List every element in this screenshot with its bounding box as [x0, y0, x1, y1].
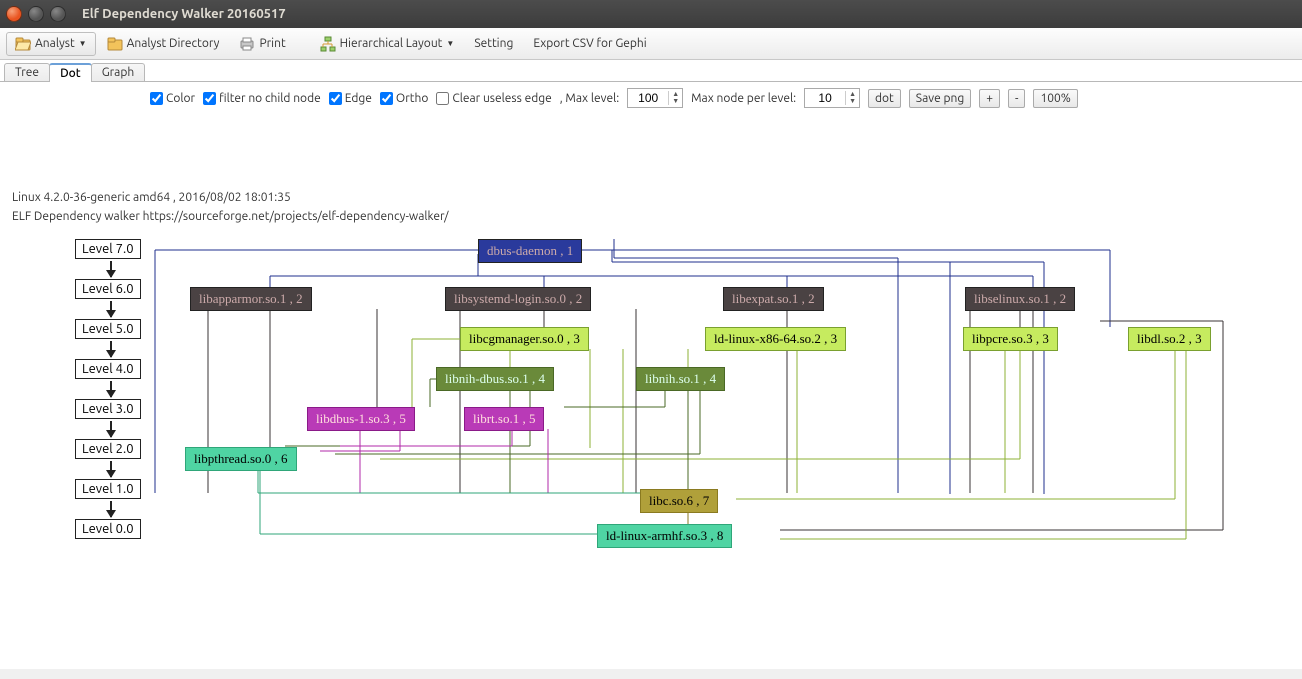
- node-ld-linux-x86-64[interactable]: ld-linux-x86-64.so.2 , 3: [705, 327, 846, 351]
- info-line1: Linux 4.2.0-36-generic amd64 , 2016/08/0…: [12, 188, 449, 207]
- export-csv-button[interactable]: Export CSV for Gephi: [524, 33, 655, 54]
- node-libnih-dbus[interactable]: libnih-dbus.so.1 , 4: [436, 367, 554, 391]
- node-libexpat[interactable]: libexpat.so.1 , 2: [723, 287, 824, 311]
- node-libcgmanager[interactable]: libcgmanager.so.0 , 3: [460, 327, 589, 351]
- node-libpthread[interactable]: libpthread.so.0 , 6: [185, 447, 297, 471]
- edge-checkbox[interactable]: Edge: [329, 92, 372, 105]
- analyst-dir-label: Analyst Directory: [127, 37, 220, 50]
- analyst-button[interactable]: Analyst ▼: [6, 32, 96, 56]
- node-libsystemd-login[interactable]: libsystemd-login.so.0 , 2: [445, 287, 591, 311]
- node-libselinux[interactable]: libselinux.so.1 , 2: [965, 287, 1075, 311]
- minimize-icon[interactable]: [28, 6, 44, 22]
- print-label: Print: [259, 37, 285, 50]
- analyst-label: Analyst: [35, 37, 75, 50]
- printer-icon: [239, 36, 255, 52]
- level-arrow-icon: [110, 421, 112, 437]
- window-title: Elf Dependency Walker 20160517: [82, 7, 286, 21]
- level-arrow-icon: [110, 461, 112, 477]
- max-node-label: Max node per level:: [691, 92, 796, 105]
- max-node-input[interactable]: ▲▼: [804, 88, 860, 108]
- level-7: Level 7.0: [75, 239, 141, 259]
- node-libapparmor[interactable]: libapparmor.so.1 , 2: [190, 287, 312, 311]
- color-checkbox[interactable]: Color: [150, 92, 195, 105]
- setting-button[interactable]: Setting: [465, 33, 522, 54]
- level-5: Level 5.0: [75, 319, 141, 339]
- chevron-down-icon: ▼: [446, 39, 454, 48]
- dot-controls: Color filter no child node Edge Ortho Cl…: [0, 82, 1302, 114]
- layout-button[interactable]: Hierarchical Layout ▼: [311, 32, 464, 56]
- maximize-icon[interactable]: [50, 6, 66, 22]
- level-arrow-icon: [110, 261, 112, 277]
- level-3: Level 3.0: [75, 399, 141, 419]
- node-libdl[interactable]: libdl.so.2 , 3: [1128, 327, 1211, 351]
- folder-open-icon: [15, 36, 31, 52]
- level-4: Level 4.0: [75, 359, 141, 379]
- print-button[interactable]: Print: [230, 32, 294, 56]
- clear-useless-checkbox[interactable]: Clear useless edge: [436, 92, 551, 105]
- zoom-out-button[interactable]: -: [1008, 89, 1025, 108]
- spinner-down-icon[interactable]: ▼: [669, 98, 682, 105]
- tab-tree[interactable]: Tree: [4, 63, 50, 81]
- spinner-down-icon[interactable]: ▼: [846, 98, 859, 105]
- graph-info: Linux 4.2.0-36-generic amd64 , 2016/08/0…: [12, 188, 449, 226]
- folder-icon: [107, 36, 123, 52]
- node-libnih[interactable]: libnih.so.1 , 4: [636, 367, 725, 391]
- tab-dot[interactable]: Dot: [49, 63, 92, 82]
- node-librt[interactable]: librt.so.1 , 5: [464, 407, 544, 431]
- analyst-directory-button[interactable]: Analyst Directory: [98, 32, 229, 56]
- level-arrow-icon: [110, 301, 112, 317]
- level-6: Level 6.0: [75, 279, 141, 299]
- max-level-label: , Max level:: [560, 92, 619, 105]
- level-2: Level 2.0: [75, 439, 141, 459]
- tab-graph[interactable]: Graph: [91, 63, 146, 81]
- chevron-down-icon: ▼: [79, 39, 87, 48]
- zoom-level-button[interactable]: 100%: [1033, 89, 1077, 108]
- ortho-checkbox[interactable]: Ortho: [380, 92, 428, 105]
- filter-checkbox[interactable]: filter no child node: [203, 92, 321, 105]
- max-level-input[interactable]: ▲▼: [627, 88, 683, 108]
- level-arrow-icon: [110, 501, 112, 517]
- export-csv-label: Export CSV for Gephi: [533, 37, 646, 50]
- dot-button[interactable]: dot: [868, 89, 901, 108]
- titlebar: Elf Dependency Walker 20160517: [0, 0, 1302, 28]
- layout-label: Hierarchical Layout: [340, 37, 443, 50]
- node-libc[interactable]: libc.so.6 , 7: [640, 489, 718, 513]
- node-libpcre[interactable]: libpcre.so.3 , 3: [963, 327, 1058, 351]
- level-arrow-icon: [110, 341, 112, 357]
- setting-label: Setting: [474, 37, 513, 50]
- node-ld-linux-armhf[interactable]: ld-linux-armhf.so.3 , 8: [597, 524, 732, 548]
- node-libdbus-1[interactable]: libdbus-1.so.3 , 5: [307, 407, 415, 431]
- close-icon[interactable]: [6, 6, 22, 22]
- info-line2: ELF Dependency walker https://sourceforg…: [12, 207, 449, 226]
- graph-canvas[interactable]: Linux 4.2.0-36-generic amd64 , 2016/08/0…: [0, 114, 1302, 669]
- level-1: Level 1.0: [75, 479, 141, 499]
- toolbar: Analyst ▼ Analyst Directory Print Hierar…: [0, 28, 1302, 60]
- tab-bar: Tree Dot Graph: [0, 60, 1302, 82]
- zoom-in-button[interactable]: +: [979, 89, 1000, 108]
- save-png-button[interactable]: Save png: [909, 89, 971, 108]
- level-arrow-icon: [110, 381, 112, 397]
- level-0: Level 0.0: [75, 519, 141, 539]
- hierarchy-icon: [320, 36, 336, 52]
- node-dbus-daemon[interactable]: dbus-daemon , 1: [478, 239, 582, 263]
